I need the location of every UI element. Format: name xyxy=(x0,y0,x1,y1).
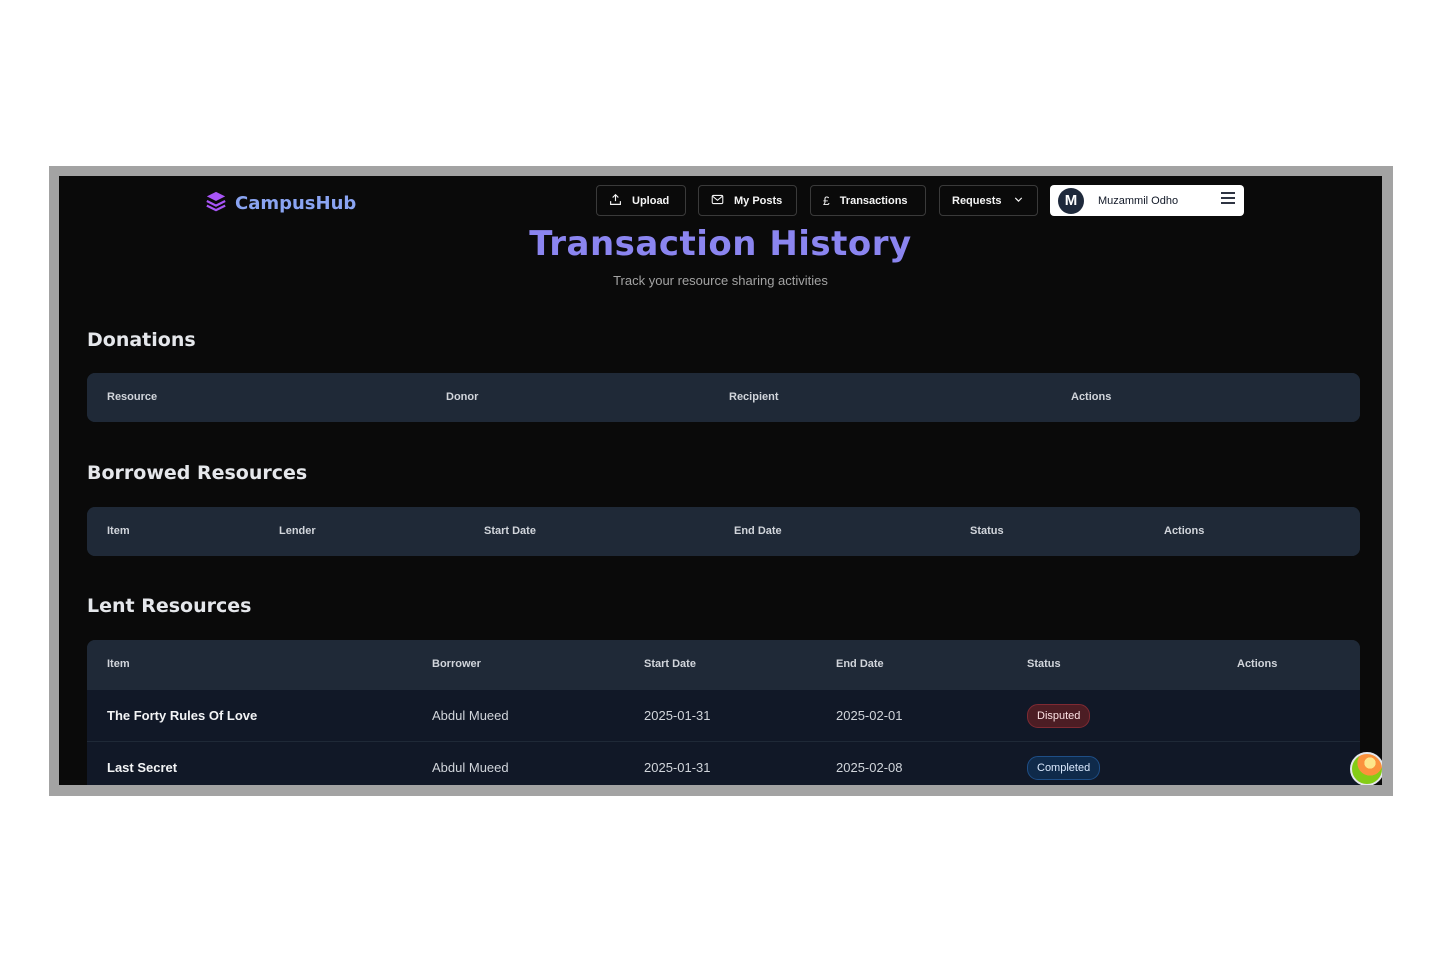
page-title: Transaction History xyxy=(529,224,912,264)
table-header: Resource Donor Recipient Actions xyxy=(87,373,1360,422)
brand-logo[interactable]: CampusHub xyxy=(205,190,356,217)
item-cell: The Forty Rules Of Love xyxy=(107,708,258,723)
table-row: The Forty Rules Of Love Abdul Mueed 2025… xyxy=(87,689,1360,741)
layers-icon xyxy=(205,190,227,217)
requests-dropdown[interactable]: Requests xyxy=(939,185,1038,216)
borrower-cell: Abdul Mueed xyxy=(432,708,509,723)
transactions-button[interactable]: £ Transactions xyxy=(810,185,926,216)
app-screen: Transaction History Track your resource … xyxy=(59,176,1382,785)
lent-table: Item Borrower Start Date End Date Status… xyxy=(87,640,1360,785)
mail-icon xyxy=(711,193,724,209)
column-header: End Date xyxy=(836,658,884,670)
requests-label: Requests xyxy=(952,194,1002,207)
column-header: Actions xyxy=(1164,525,1205,537)
column-header: Item xyxy=(107,525,130,537)
borrowed-title: Borrowed Resources xyxy=(87,462,308,484)
browser-frame: Transaction History Track your resource … xyxy=(49,166,1393,796)
navbar: CampusHub Upload My Posts £ Transactions… xyxy=(59,176,1382,228)
status-badge: Disputed xyxy=(1027,704,1091,728)
table-row: Last Secret Abdul Mueed 2025-01-31 2025-… xyxy=(87,741,1360,785)
transactions-label: Transactions xyxy=(839,194,908,207)
column-header: Resource xyxy=(107,391,158,403)
chevron-down-icon xyxy=(1012,193,1025,209)
upload-label: Upload xyxy=(632,194,670,207)
lent-title: Lent Resources xyxy=(87,595,252,617)
donations-table: Resource Donor Recipient Actions xyxy=(87,373,1360,422)
column-header: Actions xyxy=(1071,391,1112,403)
table-header: Item Lender Start Date End Date Status A… xyxy=(87,507,1360,556)
column-header: Start Date xyxy=(644,658,696,670)
borrowed-table: Item Lender Start Date End Date Status A… xyxy=(87,507,1360,556)
column-header: Borrower xyxy=(432,658,481,670)
table-header: Item Borrower Start Date End Date Status… xyxy=(87,640,1360,689)
column-header: Status xyxy=(970,525,1004,537)
start-date-cell: 2025-01-31 xyxy=(644,708,711,723)
column-header: Item xyxy=(107,658,130,670)
my-posts-button[interactable]: My Posts xyxy=(698,185,797,216)
end-date-cell: 2025-02-08 xyxy=(836,760,903,775)
column-header: Lender xyxy=(279,525,316,537)
floating-avatar-button[interactable] xyxy=(1350,752,1382,785)
upload-button[interactable]: Upload xyxy=(596,185,686,216)
pound-icon: £ xyxy=(823,193,830,208)
page-subtitle: Track your resource sharing activities xyxy=(613,273,828,288)
start-date-cell: 2025-01-31 xyxy=(644,760,711,775)
user-menu[interactable]: M Muzammil Odho xyxy=(1050,185,1244,216)
end-date-cell: 2025-02-01 xyxy=(836,708,903,723)
donations-title: Donations xyxy=(87,329,196,351)
upload-icon xyxy=(609,193,622,209)
column-header: Recipient xyxy=(729,391,779,403)
column-header: Status xyxy=(1027,658,1061,670)
borrower-cell: Abdul Mueed xyxy=(432,760,509,775)
status-badge: Completed xyxy=(1027,756,1101,780)
my-posts-label: My Posts xyxy=(734,194,783,207)
hamburger-menu-icon[interactable] xyxy=(1220,191,1236,210)
column-header: End Date xyxy=(734,525,782,537)
column-header: Start Date xyxy=(484,525,536,537)
user-name: Muzammil Odho xyxy=(1098,194,1179,207)
item-cell: Last Secret xyxy=(107,760,178,775)
avatar: M xyxy=(1058,187,1084,214)
column-header: Actions xyxy=(1237,658,1278,670)
column-header: Donor xyxy=(446,391,479,403)
brand-name: CampusHub xyxy=(235,193,357,214)
